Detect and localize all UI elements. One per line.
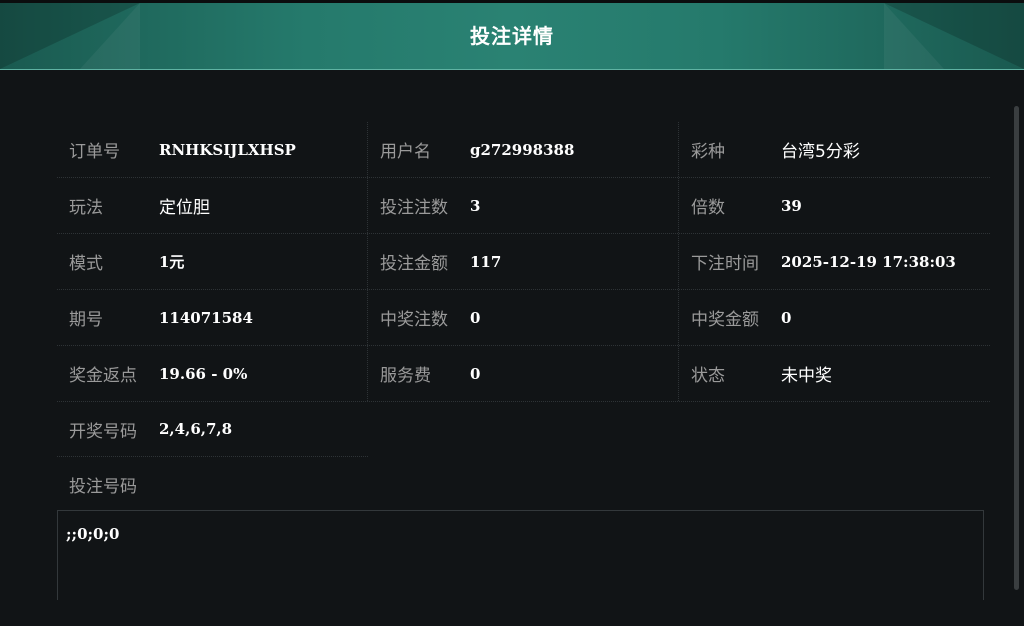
- dialog-header: 投注详情: [0, 3, 1024, 70]
- field-value: 2025-12-19 17:38:03: [781, 252, 956, 271]
- field-draw-numbers: 开奖号码 2,4,6,7,8: [57, 402, 368, 457]
- field-label: 投注注数: [380, 198, 448, 218]
- field-bet-count: 投注注数 3: [368, 178, 679, 233]
- bet-numbers-label: 投注号码: [69, 477, 137, 497]
- dialog-title: 投注详情: [470, 24, 554, 48]
- field-value: 0: [470, 308, 481, 327]
- field-label: 奖金返点: [69, 366, 137, 386]
- field-issue-no: 期号 114071584: [57, 290, 368, 345]
- field-service-fee: 服务费 0: [368, 346, 679, 401]
- scrollbar[interactable]: [1014, 106, 1019, 590]
- field-label: 期号: [69, 310, 103, 330]
- detail-row: 模式 1元 投注金额 117 下注时间 2025-12-19 17:38:03: [57, 234, 990, 290]
- field-value: 3: [470, 196, 481, 215]
- field-label: 玩法: [69, 198, 103, 218]
- field-label: 下注时间: [691, 254, 759, 274]
- field-username: 用户名 g272998388: [368, 122, 679, 177]
- field-label: 倍数: [691, 198, 725, 218]
- field-rebate: 奖金返点 19.66 - 0%: [57, 346, 368, 401]
- field-label: 彩种: [691, 142, 725, 162]
- field-order-no: 订单号 RNHKSIJLXHSP: [57, 122, 368, 177]
- field-value: 117: [470, 252, 502, 271]
- field-multiplier: 倍数 39: [679, 178, 990, 233]
- field-status: 状态 未中奖: [679, 346, 990, 401]
- status-value: 未中奖: [781, 366, 832, 386]
- field-value: 114071584: [159, 308, 253, 327]
- field-label: 服务费: [380, 366, 431, 386]
- field-mode: 模式 1元: [57, 234, 368, 289]
- field-value: 0: [781, 308, 792, 327]
- field-label: 投注金额: [380, 254, 448, 274]
- detail-row: 订单号 RNHKSIJLXHSP 用户名 g272998388 彩种 台湾5分彩: [57, 122, 990, 178]
- field-label: 中奖金额: [691, 310, 759, 330]
- field-win-amount: 中奖金额 0: [679, 290, 990, 345]
- field-label: 用户名: [380, 142, 431, 162]
- detail-row: 玩法 定位胆 投注注数 3 倍数 39: [57, 178, 990, 234]
- field-play-type: 玩法 定位胆: [57, 178, 368, 233]
- bet-detail-grid: 订单号 RNHKSIJLXHSP 用户名 g272998388 彩种 台湾5分彩…: [57, 122, 990, 457]
- field-label: 开奖号码: [69, 421, 137, 442]
- field-value: 定位胆: [159, 198, 210, 218]
- detail-row: 期号 114071584 中奖注数 0 中奖金额 0: [57, 290, 990, 346]
- field-label: 中奖注数: [380, 310, 448, 330]
- field-value: 39: [781, 196, 802, 215]
- field-value: RNHKSIJLXHSP: [159, 140, 296, 159]
- bet-numbers-box: ;;0;0;0: [57, 510, 984, 600]
- field-label: 模式: [69, 254, 103, 274]
- field-bet-amount: 投注金额 117: [368, 234, 679, 289]
- field-label: 状态: [691, 366, 725, 386]
- field-value: g272998388: [470, 140, 575, 159]
- detail-row: 开奖号码 2,4,6,7,8: [57, 402, 990, 457]
- field-value: 1元: [159, 253, 185, 271]
- field-win-count: 中奖注数 0: [368, 290, 679, 345]
- field-value: 台湾5分彩: [781, 142, 860, 162]
- field-bet-time: 下注时间 2025-12-19 17:38:03: [679, 234, 990, 289]
- detail-row: 奖金返点 19.66 - 0% 服务费 0 状态 未中奖: [57, 346, 990, 402]
- field-value: 19.66 - 0%: [159, 364, 248, 383]
- field-value: 0: [470, 364, 481, 383]
- field-label: 订单号: [69, 142, 120, 162]
- field-value: 2,4,6,7,8: [159, 420, 233, 438]
- field-lottery-type: 彩种 台湾5分彩: [679, 122, 990, 177]
